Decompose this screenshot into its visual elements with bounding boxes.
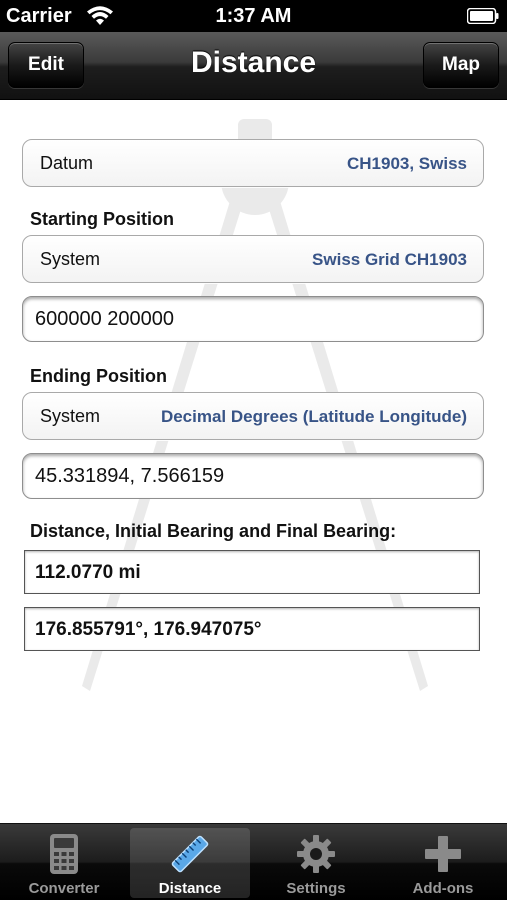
results-header: Distance, Initial Bearing and Final Bear… [30, 521, 397, 541]
tab-converter-label: Converter [28, 880, 100, 897]
tab-distance-label: Distance [158, 880, 222, 897]
plus-icon [425, 836, 461, 872]
battery-icon [467, 8, 499, 24]
ending-system-label: System [40, 406, 101, 426]
content-area: Datum CH1903, Swiss Starting Position Sy… [0, 101, 507, 823]
tab-add-ons-label: Add-ons [412, 880, 474, 897]
datum-value: CH1903, Swiss [346, 154, 467, 173]
datum-label: Datum [40, 153, 94, 173]
ending-system-row[interactable]: System Decimal Degrees (Latitude Longitu… [22, 392, 484, 440]
navigation-bar: Edit Distance Map [0, 32, 507, 100]
distance-result: 112.0770 mi [24, 550, 480, 594]
tab-distance[interactable]: Distance [130, 828, 250, 898]
ending-system-value: Decimal Degrees (Latitude Longitude) [160, 407, 467, 426]
datum-row[interactable]: Datum CH1903, Swiss [22, 139, 484, 187]
tab-add-ons[interactable]: Add-ons [383, 828, 503, 898]
tab-settings-label: Settings [286, 880, 346, 897]
starting-position-header: Starting Position [30, 209, 174, 229]
starting-coordinates-input[interactable]: 600000 200000 [22, 296, 484, 342]
gear-icon [297, 835, 335, 873]
status-bar: Carrier 1:37 AM [0, 0, 507, 32]
starting-system-value: Swiss Grid CH1903 [312, 250, 467, 269]
tab-converter[interactable]: Converter [4, 828, 124, 898]
ending-position-header: Ending Position [30, 366, 167, 386]
status-time: 1:37 AM [215, 5, 292, 27]
bearings-result: 176.855791°, 176.947075° [24, 607, 480, 651]
tab-settings[interactable]: Settings [256, 828, 376, 898]
tab-bar: Converter Distance Settings Add-ons [0, 823, 507, 900]
ending-coordinates-input[interactable]: 45.331894, 7.566159 [22, 453, 484, 499]
starting-system-label: System [40, 249, 101, 269]
map-button[interactable]: Map [423, 42, 499, 88]
ruler-icon [171, 835, 209, 873]
calculator-icon [50, 834, 78, 874]
starting-system-row[interactable]: System Swiss Grid CH1903 [22, 235, 484, 283]
